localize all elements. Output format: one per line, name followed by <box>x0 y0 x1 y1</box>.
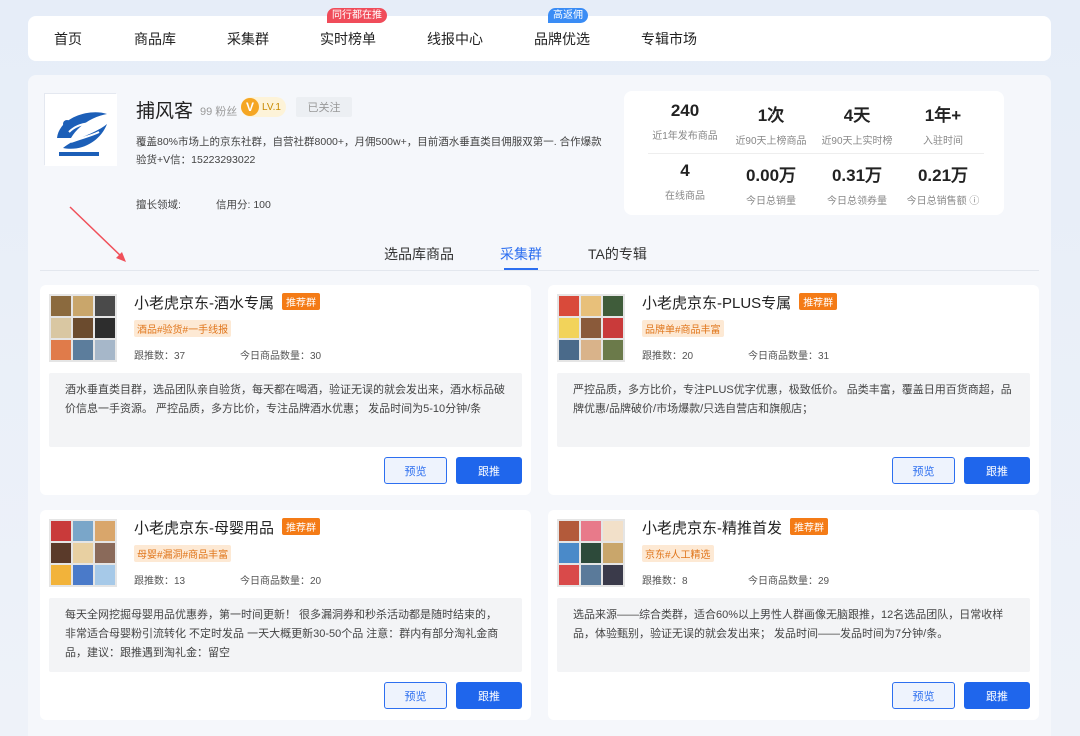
follow-count: 跟推数：20 <box>642 351 694 362</box>
follow-count: 跟推数：8 <box>642 576 688 587</box>
group-thumbnail-grid <box>49 294 117 362</box>
followed-button[interactable]: 已关注 <box>296 97 352 117</box>
top-nav: 首页 商品库 采集群 实时榜单 同行都在推 线报中心 品牌优选 高返佣 专辑市场 <box>28 7 1051 61</box>
group-tags: 京东#人工精选 <box>642 545 714 562</box>
group-description: 严控品质，多方比价，专注PLUS优字优惠，极致低价。 品类丰富，覆盖日用百货商超… <box>557 373 1030 447</box>
recommend-tag: 推荐群 <box>790 518 828 535</box>
group-description: 每天全网挖掘母婴用品优惠券，第一时间更新！ 很多漏洞券和秒杀活动都是随时结束的，… <box>49 598 522 672</box>
group-title[interactable]: 小老虎京东-精推首发 推荐群 <box>642 517 828 538</box>
follow-count: 跟推数：37 <box>134 351 186 362</box>
stat-today-coupons: 0.31万 今日总领券量 <box>827 166 887 207</box>
today-product-count: 今日商品数量：30 <box>240 351 322 362</box>
main-panel: 捕风客 99 粉丝 V LV.1 已关注 覆盖80%市场上的京东社群，自营社群8… <box>28 75 1051 736</box>
brand-logo-icon <box>45 94 117 166</box>
nav-realtime-ranking[interactable]: 实时榜单 同行都在推 <box>320 7 387 49</box>
group-tags: 酒品#验货#一手线报 <box>134 320 232 337</box>
group-card: 小老虎京东-PLUS专属 推荐群 品牌单#商品丰富 跟推数：20 今日商品数量：3… <box>548 285 1039 495</box>
nav-brand-select[interactable]: 品牌优选 高返佣 <box>534 7 590 49</box>
profile-fans: 99 粉丝 <box>200 106 238 118</box>
today-product-count: 今日商品数量：31 <box>748 351 830 362</box>
today-product-count: 今日商品数量：20 <box>240 576 322 587</box>
group-title[interactable]: 小老虎京东-母婴用品 推荐群 <box>134 517 320 538</box>
follow-push-button[interactable]: 跟推 <box>456 457 522 484</box>
preview-button[interactable]: 预览 <box>384 457 447 484</box>
nav-report-center[interactable]: 线报中心 <box>427 29 483 49</box>
follow-count: 跟推数：13 <box>134 576 186 587</box>
group-title[interactable]: 小老虎京东-PLUS专属 推荐群 <box>642 292 838 313</box>
level-badge: V LV.1 <box>241 97 286 117</box>
group-title[interactable]: 小老虎京东-酒水专属 推荐群 <box>134 292 320 313</box>
group-tags: 品牌单#商品丰富 <box>642 320 724 337</box>
preview-button[interactable]: 预览 <box>892 682 955 709</box>
nav-badge-commission: 高返佣 <box>548 7 588 23</box>
group-thumbnail-grid <box>557 294 625 362</box>
tab-bar: 选品库商品 采集群 TA的专辑 <box>28 237 1051 271</box>
preview-button[interactable]: 预览 <box>384 682 447 709</box>
profile-name: 捕风客 <box>136 101 194 122</box>
tab-selected-products[interactable]: 选品库商品 <box>384 244 454 264</box>
tab-collect-groups[interactable]: 采集群 <box>500 244 542 264</box>
preview-button[interactable]: 预览 <box>892 457 955 484</box>
today-product-count: 今日商品数量：29 <box>748 576 830 587</box>
credit-score: 信用分: 100 <box>216 199 271 211</box>
follow-push-button[interactable]: 跟推 <box>964 682 1030 709</box>
nav-home[interactable]: 首页 <box>54 29 82 49</box>
follow-push-button[interactable]: 跟推 <box>456 682 522 709</box>
recommend-tag: 推荐群 <box>282 293 320 310</box>
skills-label: 擅长领域: <box>136 199 181 211</box>
group-thumbnail-grid <box>557 519 625 587</box>
recommend-tag: 推荐群 <box>282 518 320 535</box>
group-card: 小老虎京东-母婴用品 推荐群 母婴#漏洞#商品丰富 跟推数：13 今日商品数量：2… <box>40 510 531 720</box>
group-description: 酒水垂直类目群，选品团队亲自验货，每天都在喝酒，验证无误的就会发出来，酒水标品破… <box>49 373 522 447</box>
nav-collect-groups[interactable]: 采集群 <box>227 29 269 49</box>
stats-panel: 240 近1年发布商品 1次 近90天上榜商品 4天 近90天上实时榜 1年+ … <box>624 91 1004 215</box>
level-text: LV.1 <box>262 101 281 113</box>
stat-realtime-days: 4天 近90天上实时榜 <box>821 106 893 147</box>
profile-section: 捕风客 99 粉丝 V LV.1 已关注 覆盖80%市场上的京东社群，自营社群8… <box>44 93 619 223</box>
group-description: 选品来源——综合类群，适合60%以上男性人群画像无脑跟推，12名选品团队，日常收… <box>557 598 1030 672</box>
stat-join-time: 1年+ 入驻时间 <box>923 106 963 147</box>
tabs-divider <box>40 270 1039 271</box>
stat-published: 240 近1年发布商品 <box>652 101 718 142</box>
profile-description: 覆盖80%市场上的京东社群，自营社群8000+，月佣500w+，目前酒水垂直类目… <box>136 136 602 166</box>
follow-push-button[interactable]: 跟推 <box>964 457 1030 484</box>
profile-avatar <box>44 93 117 166</box>
stats-divider <box>648 153 984 154</box>
stat-today-sales: 0.00万 今日总销量 <box>745 166 797 207</box>
stat-ranked: 1次 近90天上榜商品 <box>735 106 807 147</box>
nav-product-library[interactable]: 商品库 <box>134 29 176 49</box>
nav-album-market[interactable]: 专辑市场 <box>641 29 697 49</box>
group-card: 小老虎京东-酒水专属 推荐群 酒品#验货#一手线报 跟推数：37 今日商品数量：3… <box>40 285 531 495</box>
tab-albums[interactable]: TA的专辑 <box>588 244 647 264</box>
recommend-tag: 推荐群 <box>799 293 838 310</box>
nav-badge-hot: 同行都在推 <box>327 7 387 23</box>
group-card: 小老虎京东-精推首发 推荐群 京东#人工精选 跟推数：8 今日商品数量：29 选品… <box>548 510 1039 720</box>
stat-online-products: 4 在线商品 <box>665 161 705 202</box>
group-thumbnail-grid <box>49 519 117 587</box>
vip-icon: V <box>241 98 259 116</box>
stat-today-revenue: 0.21万 今日总销售额 ⓘ <box>906 166 980 207</box>
group-tags: 母婴#漏洞#商品丰富 <box>134 545 232 562</box>
